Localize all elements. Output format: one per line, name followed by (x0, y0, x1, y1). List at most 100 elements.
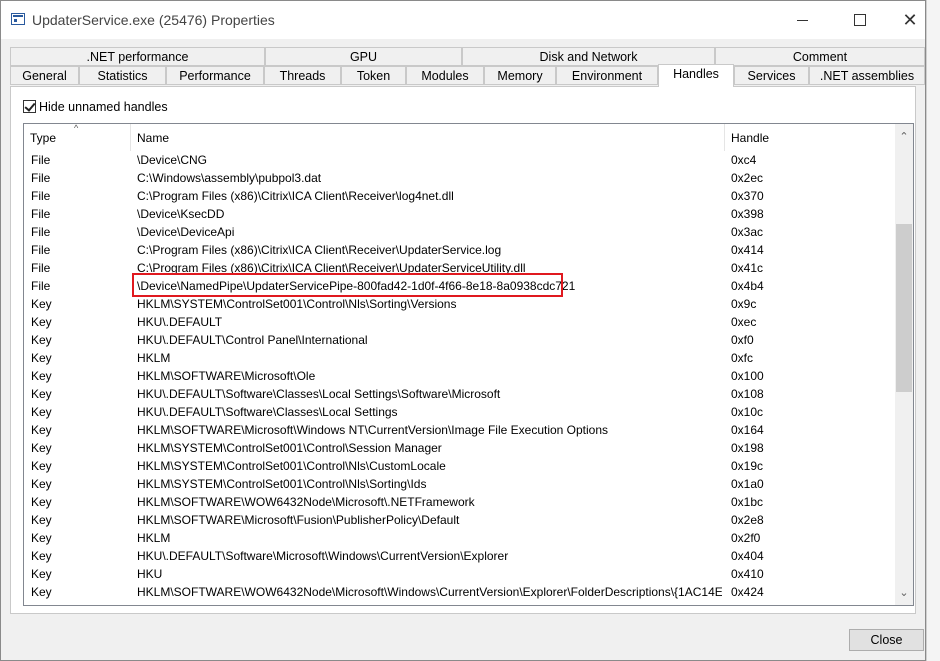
row-name: HKLM (137, 531, 171, 545)
row-name: HKU\.DEFAULT (137, 315, 223, 329)
tab-net-assemblies[interactable]: .NET assemblies (809, 66, 925, 85)
tab-gpu[interactable]: GPU (265, 47, 462, 66)
close-button[interactable]: Close (849, 629, 924, 651)
row-handle: 0x108 (731, 387, 764, 401)
row-handle: 0x1bc (731, 495, 764, 509)
table-row[interactable]: File C:\Program Files (x86)\Citrix\ICA Cl… (24, 187, 895, 205)
column-header-type[interactable]: ^ Type (24, 124, 131, 151)
table-row[interactable]: Key HKLM 0x2f0 (24, 529, 895, 547)
maximize-button[interactable] (837, 5, 883, 35)
table-row[interactable]: Key HKLM\SYSTEM\ControlSet001\Control\Nls… (24, 475, 895, 493)
hide-unnamed-option[interactable]: Hide unnamed handles (23, 99, 168, 114)
table-row[interactable]: File C:\Program Files (x86)\Citrix\ICA Cl… (24, 259, 895, 277)
row-type: Key (31, 459, 52, 473)
row-name: C:\Program Files (x86)\Citrix\ICA Client… (137, 261, 526, 275)
app-window-icon (11, 13, 25, 25)
table-row[interactable]: File \Device\CNG 0xc4 (24, 151, 895, 169)
table-row[interactable]: Key HKLM\SYSTEM\ControlSet001\Control\Nls… (24, 295, 895, 313)
table-row[interactable]: File C:\Program Files (x86)\Citrix\ICA Cl… (24, 241, 895, 259)
row-name: \Device\KsecDD (137, 207, 225, 221)
tab-threads[interactable]: Threads (264, 66, 341, 85)
row-handle: 0x164 (731, 423, 764, 437)
row-handle: 0x9c (731, 297, 757, 311)
row-name: C:\Program Files (x86)\Citrix\ICA Client… (137, 189, 454, 203)
table-row[interactable]: Key HKU\.DEFAULT\Software\Classes\Local S… (24, 385, 895, 403)
tab-environment[interactable]: Environment (556, 66, 658, 85)
row-name: \Device\CNG (137, 153, 208, 167)
tab-services[interactable]: Services (734, 66, 809, 85)
maximize-icon (854, 14, 866, 26)
row-name: HKLM\SYSTEM\ControlSet001\Control\Nls\So… (137, 477, 427, 491)
row-type: Key (31, 477, 52, 491)
title-bar[interactable]: UpdaterService.exe (25476) Properties ✕ (1, 1, 925, 39)
row-name: HKLM\SOFTWARE\WOW6432Node\Microsoft\Wind… (137, 585, 722, 599)
row-name: HKLM\SYSTEM\ControlSet001\Control\Nls\So… (137, 297, 457, 311)
row-name: HKLM\SOFTWARE\Microsoft\Windows NT\Curre… (137, 423, 609, 437)
tab-net-performance[interactable]: .NET performance (10, 47, 265, 66)
scroll-up-icon[interactable]: ⌃ (895, 128, 913, 146)
row-name: HKLM (137, 351, 171, 365)
row-type: Key (31, 549, 52, 563)
checkmark-icon (24, 100, 36, 113)
hide-unnamed-label: Hide unnamed handles (39, 99, 168, 114)
table-row[interactable]: File \Device\NamedPipe\UpdaterServicePipe… (24, 277, 895, 295)
scroll-down-icon[interactable]: ⌄ (895, 584, 913, 602)
row-handle: 0x4b4 (731, 279, 764, 293)
row-handle: 0x100 (731, 369, 764, 383)
tab-performance[interactable]: Performance (166, 66, 264, 85)
column-header-name[interactable]: Name (131, 124, 725, 151)
row-handle: 0xec (731, 315, 757, 329)
tab-comment[interactable]: Comment (715, 47, 925, 66)
column-header-handle[interactable]: Handle (725, 124, 895, 151)
table-row[interactable]: File \Device\KsecDD 0x398 (24, 205, 895, 223)
sort-ascending-icon: ^ (74, 123, 79, 133)
table-row[interactable]: Key HKU\.DEFAULT\Control Panel\Internatio… (24, 331, 895, 349)
table-row[interactable]: Key HKU\.DEFAULT 0xec (24, 313, 895, 331)
table-row[interactable]: Key HKLM\SYSTEM\ControlSet001\Control\Ses… (24, 439, 895, 457)
vertical-scrollbar[interactable]: ⌃ ⌄ (895, 124, 913, 605)
minimize-button[interactable] (779, 5, 825, 35)
row-type: Key (31, 495, 52, 509)
row-handle: 0x404 (731, 549, 764, 563)
table-row[interactable]: Key HKLM\SOFTWARE\Microsoft\Windows NT\Cu… (24, 421, 895, 439)
row-name: HKU\.DEFAULT\Software\Classes\Local Sett… (137, 405, 398, 419)
table-row[interactable]: Key HKU 0x410 (24, 565, 895, 583)
tab-statistics[interactable]: Statistics (79, 66, 166, 85)
row-handle: 0x2f0 (731, 531, 761, 545)
row-type: File (31, 279, 51, 293)
row-handle: 0x41c (731, 261, 764, 275)
row-handle: 0xf0 (731, 333, 754, 347)
close-window-button[interactable]: ✕ (887, 5, 933, 35)
hide-unnamed-checkbox[interactable] (23, 100, 36, 114)
handles-list[interactable]: ^ Type Name Handle File \Device\CNG 0xc4 Fi… (23, 123, 914, 606)
table-row[interactable]: Key HKLM\SYSTEM\ControlSet001\Control\Nls… (24, 457, 895, 475)
row-type: Key (31, 351, 52, 365)
tab-token[interactable]: Token (341, 66, 406, 85)
table-row[interactable]: Key HKLM 0xfc (24, 349, 895, 367)
row-handle: 0xfc (731, 351, 754, 365)
row-name: HKLM\SYSTEM\ControlSet001\Control\Nls\Cu… (137, 459, 446, 473)
scroll-thumb[interactable] (896, 224, 912, 392)
tab-handles[interactable]: Handles (658, 64, 734, 87)
row-type: Key (31, 423, 52, 437)
row-name: HKU\.DEFAULT\Software\Microsoft\Windows\… (137, 549, 509, 563)
window-title: UpdaterService.exe (25476) Properties (32, 12, 275, 28)
table-row[interactable]: Key HKLM\SOFTWARE\Microsoft\Fusion\Publis… (24, 511, 895, 529)
minimize-icon (796, 20, 808, 21)
table-row[interactable]: Key HKU\.DEFAULT\Software\Classes\Local S… (24, 403, 895, 421)
table-row[interactable]: Key HKLM\SOFTWARE\WOW6432Node\Microsoft\W… (24, 583, 895, 601)
tab-memory[interactable]: Memory (484, 66, 556, 85)
row-type: Key (31, 315, 52, 329)
tab-general[interactable]: General (10, 66, 79, 85)
row-type: Key (31, 441, 52, 455)
column-header-handle-label: Handle (731, 131, 770, 145)
row-type: Key (31, 387, 52, 401)
table-row[interactable]: File C:\Windows\assembly\pubpol3.dat 0x2ec (24, 169, 895, 187)
table-row[interactable]: Key HKU\.DEFAULT\Software\Microsoft\Windo… (24, 547, 895, 565)
table-row[interactable]: Key HKLM\SOFTWARE\Microsoft\Ole 0x100 (24, 367, 895, 385)
table-row[interactable]: Key HKLM\SOFTWARE\WOW6432Node\Microsoft\.… (24, 493, 895, 511)
row-handle: 0x370 (731, 189, 764, 203)
row-name: \Device\DeviceApi (137, 225, 235, 239)
table-row[interactable]: File \Device\DeviceApi 0x3ac (24, 223, 895, 241)
tab-modules[interactable]: Modules (406, 66, 484, 85)
